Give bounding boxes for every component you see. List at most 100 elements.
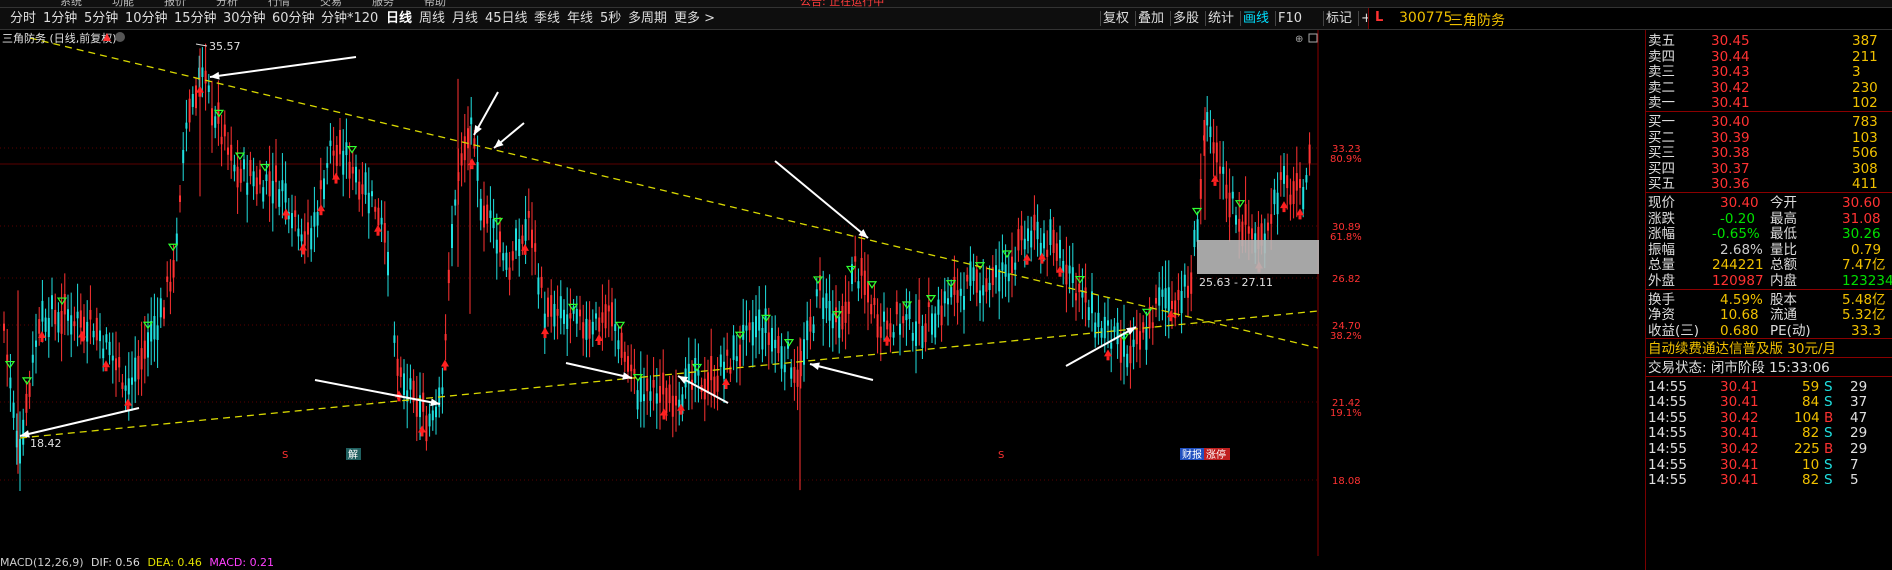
candle-body [604, 304, 607, 329]
book-divider [1646, 192, 1892, 193]
buy-signal-stem [40, 338, 44, 343]
buy-signal-stem [198, 92, 202, 97]
candle-body [719, 354, 722, 367]
candle-body [399, 367, 402, 377]
candle-body [1276, 192, 1279, 215]
macd-dea: DEA: 0.46 [147, 556, 202, 569]
candle-body [1228, 192, 1231, 218]
toolbar-button[interactable]: 统计 [1208, 10, 1234, 27]
macd-name: MACD(12,26,9) [0, 556, 84, 569]
event-marker[interactable]: 解 [348, 448, 358, 461]
candle-body [582, 322, 585, 339]
top-menu-item[interactable]: 交易 [320, 0, 342, 7]
period-tab[interactable]: 年线 [567, 10, 593, 27]
candle-body [831, 313, 834, 329]
candle-body [451, 224, 453, 249]
toolbar-button[interactable]: 多股 [1173, 10, 1199, 27]
toolbar-button[interactable]: 复权 [1103, 10, 1129, 27]
buy-signal-stem [80, 337, 84, 342]
candle-body [1049, 219, 1052, 245]
period-tab[interactable]: 分时 [10, 10, 36, 27]
event-marker[interactable]: S [998, 450, 1004, 461]
candle-body [527, 210, 530, 218]
candle-body [1135, 327, 1138, 345]
toolbar-button[interactable]: 标记 [1326, 10, 1352, 27]
period-tab[interactable]: 月线 [452, 10, 478, 27]
candle-body [726, 349, 729, 356]
chart-option-icon[interactable]: ⊕ [1295, 34, 1303, 45]
candle-body [473, 138, 476, 149]
candle-body [515, 228, 517, 251]
event-marker[interactable]: 涨停 [1206, 448, 1226, 461]
toolbar-separator [1275, 11, 1276, 26]
candle-body [1017, 229, 1020, 251]
buy-signal-stem [1213, 181, 1217, 186]
candle-body [348, 161, 351, 179]
candle-body [854, 256, 857, 262]
top-menu-item[interactable]: 报价 [164, 0, 186, 7]
candle-body [502, 253, 505, 261]
candle-body [297, 228, 300, 237]
candle-body [489, 210, 492, 219]
period-tab[interactable]: 1分钟 [43, 10, 77, 27]
period-tab[interactable]: 15分钟 [174, 10, 217, 27]
candle-body [796, 369, 799, 387]
toolbar-button[interactable]: 画线 [1243, 10, 1269, 27]
candlestick-chart[interactable]: 三角防务 (日线,前复权) ⊕ 35.57 18.42 25.63 - 27.11 S 解 S… [0, 30, 1644, 556]
candle-body [559, 296, 562, 319]
event-marker[interactable]: S [282, 450, 288, 461]
top-menu-item[interactable]: 功能 [112, 0, 134, 7]
candle-body [553, 303, 556, 327]
candle-body [1110, 342, 1113, 349]
period-tab[interactable]: 5分钟 [84, 10, 118, 27]
top-menu-item[interactable]: 服务 [372, 0, 394, 7]
candle-body [1196, 219, 1199, 242]
candle-body [358, 181, 361, 200]
tick-volume: 82 [1802, 472, 1820, 489]
candle-body [841, 305, 844, 330]
candle-body [214, 116, 217, 128]
chevron-down-icon[interactable] [115, 32, 125, 42]
candle-body [1075, 293, 1077, 301]
period-tab[interactable]: 更多 > [674, 10, 715, 27]
period-tab[interactable]: 多周期 [628, 10, 667, 27]
candle-body [870, 304, 873, 315]
candle-body [393, 335, 396, 343]
candle-body [313, 212, 316, 227]
buy-signal-stem [597, 340, 601, 345]
candle-body [470, 117, 473, 125]
candle-body [918, 299, 921, 324]
top-menu-item[interactable]: 分析 [216, 0, 238, 7]
event-marker[interactable]: 财报 [1182, 448, 1202, 461]
period-tab[interactable]: 10分钟 [125, 10, 168, 27]
candle-body [444, 334, 447, 341]
candle-body [115, 358, 117, 371]
period-tab[interactable]: 5秒 [600, 10, 621, 27]
candle-body [140, 348, 143, 370]
candle-body [847, 301, 850, 314]
period-tab[interactable]: 45日线 [485, 10, 528, 27]
period-tab[interactable]: 季线 [534, 10, 560, 27]
period-tab[interactable]: 分钟*120 [321, 10, 378, 27]
candle-body [1011, 256, 1013, 274]
top-menu-item[interactable]: 行情 [268, 0, 290, 7]
period-tab[interactable]: 60分钟 [272, 10, 315, 27]
candle-body [172, 260, 175, 278]
candle-body [921, 325, 924, 348]
toolbar-button[interactable]: 叠加 [1138, 10, 1164, 27]
candle-body [108, 341, 111, 356]
candle-body [1212, 142, 1215, 154]
candle-body [825, 293, 828, 309]
candle-body [38, 319, 41, 334]
period-tab[interactable]: 周线 [419, 10, 445, 27]
top-menu-item[interactable]: 帮助 [424, 0, 446, 7]
top-menu-item[interactable]: 系统 [60, 0, 82, 7]
candle-body [675, 395, 677, 406]
candle-body [1308, 144, 1311, 164]
toolbar-button[interactable]: F10 [1278, 10, 1302, 27]
period-tab[interactable]: 30分钟 [223, 10, 266, 27]
period-tab[interactable]: 日线 [386, 10, 412, 27]
candle-body [531, 229, 533, 248]
candle-body [982, 285, 985, 296]
buy-signal-stem [284, 215, 288, 220]
